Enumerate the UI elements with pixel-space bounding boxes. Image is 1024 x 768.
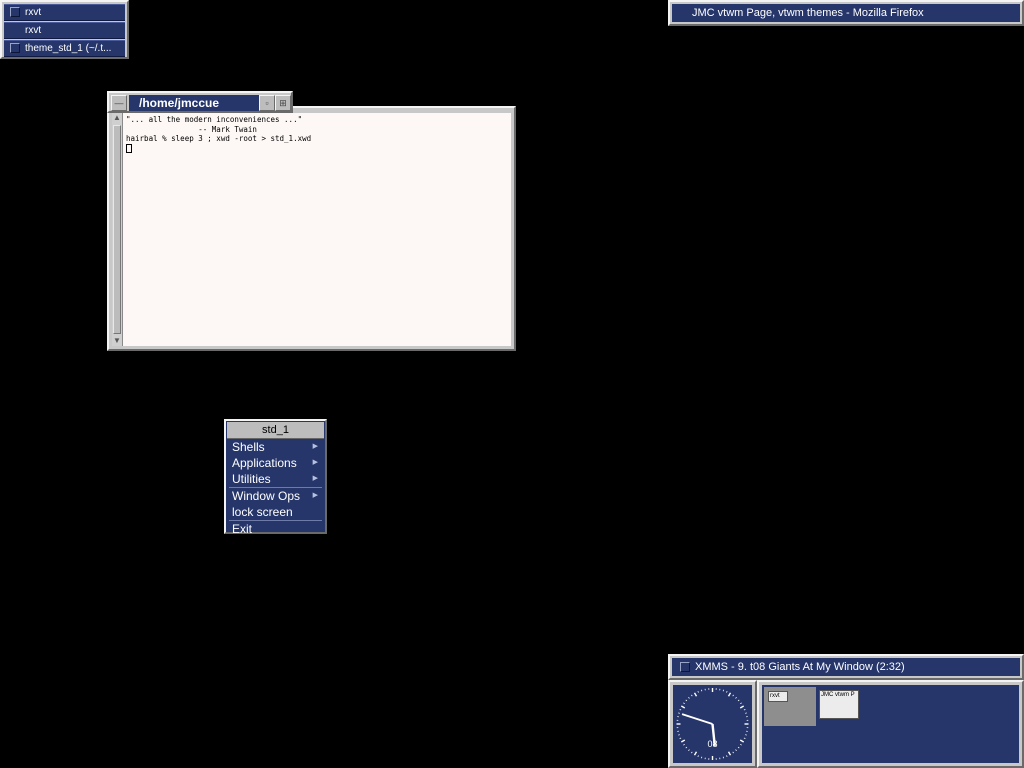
pager-window-rxvt[interactable]: rxvt <box>768 691 788 702</box>
terminal-line: -- Mark Twain <box>126 124 257 134</box>
menu-icon[interactable]: — <box>111 95 127 111</box>
clock-tick <box>732 751 734 754</box>
clock-tick <box>679 708 682 711</box>
clock-tick <box>697 690 699 693</box>
pager-area[interactable]: rxvt JMC vtwm P <box>762 685 1019 763</box>
xmms-title: XMMS - 9. t08 Giants At My Window (2:32) <box>695 661 905 673</box>
clock-tick <box>743 708 746 711</box>
clock-tick <box>726 755 728 758</box>
clock-tick <box>740 702 742 705</box>
clock-tick <box>727 692 732 697</box>
submenu-arrow-icon: ▶ <box>312 475 318 482</box>
clock-widget: 08 <box>668 680 757 768</box>
clock-tick <box>691 694 693 697</box>
menu-item-label: Utilities <box>232 472 271 486</box>
submenu-arrow-icon: ▶ <box>312 459 318 466</box>
clock-tick <box>740 743 742 746</box>
menu-item-lock-screen[interactable]: lock screen <box>227 504 324 520</box>
clock-tick <box>737 699 740 702</box>
terminal-titlebar[interactable]: — /home/jmccue ▫ ⊞ <box>107 91 293 113</box>
submenu-arrow-icon: ▶ <box>312 443 318 450</box>
menu-item-shells[interactable]: Shells ▶ <box>227 439 324 455</box>
xmms-title-row: XMMS - 9. t08 Giants At My Window (2:32) <box>672 658 1020 676</box>
clock-tick <box>688 749 690 752</box>
terminal-line: hairbal % sleep 3 ; xwd -root > std_1.xw… <box>126 134 312 143</box>
terminal-title: /home/jmccue <box>129 95 263 111</box>
clock-tick <box>688 696 690 699</box>
window-state-icon <box>680 662 690 673</box>
icon-manager: rxvt rxvt theme_std_1 (~/.t... <box>0 0 129 59</box>
icon-manager-item-label: theme_std_1 (~/.t... <box>25 43 112 54</box>
clock-tick <box>680 739 686 743</box>
menu-item-label: Exit <box>232 522 253 536</box>
clock-tick <box>685 746 688 749</box>
clock-face: 08 <box>673 685 752 763</box>
terminal-content[interactable]: "... all the modern inconveniences ..." … <box>123 113 511 346</box>
text-cursor <box>126 144 132 153</box>
clock-tick <box>683 702 685 705</box>
clock-tick <box>735 696 737 699</box>
xmms-titlebar[interactable]: XMMS - 9. t08 Giants At My Window (2:32) <box>668 654 1024 680</box>
clock-tick <box>735 749 737 752</box>
firefox-title: JMC vtwm Page, vtwm themes - Mozilla Fir… <box>672 4 1020 22</box>
firefox-titlebar[interactable]: JMC vtwm Page, vtwm themes - Mozilla Fir… <box>668 0 1024 26</box>
clock-tick <box>691 751 693 754</box>
terminal-scrollbar[interactable]: ▲ ▼ <box>112 113 123 346</box>
window-state-icon <box>10 43 20 54</box>
menu-item-label: Applications <box>232 456 297 470</box>
submenu-arrow-icon: ▶ <box>312 492 318 499</box>
clock-tick <box>732 694 734 697</box>
menu-item-utilities[interactable]: Utilities ▶ <box>227 471 324 487</box>
pager-window-firefox[interactable]: JMC vtwm P <box>819 690 859 719</box>
clock-tick <box>680 705 686 709</box>
clock-tick <box>726 690 728 693</box>
scrollbar-thumb[interactable] <box>113 125 121 334</box>
virtual-desktop-pager[interactable]: rxvt JMC vtwm P <box>757 680 1024 768</box>
terminal-window[interactable]: ▲ ▼ "... all the modern inconveniences .… <box>107 106 516 351</box>
clock-tick <box>685 699 688 702</box>
menu-item-exit[interactable]: Exit <box>227 521 324 537</box>
icon-manager-item-label: rxvt <box>25 25 42 36</box>
clock-tick <box>739 705 745 709</box>
clock-tick <box>743 737 746 740</box>
root-menu: std_1 Shells ▶ Applications ▶ Utilities ▶ W… <box>224 419 327 537</box>
window-state-icon <box>10 7 20 18</box>
icon-manager-item-theme[interactable]: theme_std_1 (~/.t... <box>4 40 125 57</box>
icon-manager-item-label: rxvt <box>25 7 42 18</box>
clock-tick <box>679 737 682 740</box>
clock-tick <box>697 755 699 758</box>
scroll-down-icon[interactable]: ▼ <box>112 336 122 346</box>
clock-tick <box>683 743 685 746</box>
menu-item-label: Window Ops <box>232 489 301 503</box>
icon-manager-item-rxvt-2[interactable]: rxvt <box>4 22 125 39</box>
clock-tick <box>739 739 745 743</box>
clock-tick <box>727 751 732 756</box>
resize-icon[interactable]: ⊞ <box>275 95 291 111</box>
clock-label: 08 <box>707 739 717 749</box>
menu-title: std_1 <box>227 422 324 439</box>
iconify-icon[interactable]: ▫ <box>259 95 275 111</box>
icon-manager-item-rxvt-1[interactable]: rxvt <box>4 4 125 21</box>
menu-item-window-ops[interactable]: Window Ops ▶ <box>227 488 324 504</box>
menu-item-label: Shells <box>232 440 265 454</box>
terminal-line: "... all the modern inconveniences ..." <box>126 115 303 124</box>
menu-item-label: lock screen <box>232 505 293 519</box>
clock-tick <box>693 751 698 756</box>
scroll-up-icon[interactable]: ▲ <box>112 113 122 123</box>
clock-tick <box>737 746 740 749</box>
analog-clock: 08 <box>676 688 749 760</box>
clock-minute-hand <box>681 713 713 725</box>
clock-tick <box>693 692 698 697</box>
menu-item-applications[interactable]: Applications ▶ <box>227 455 324 471</box>
